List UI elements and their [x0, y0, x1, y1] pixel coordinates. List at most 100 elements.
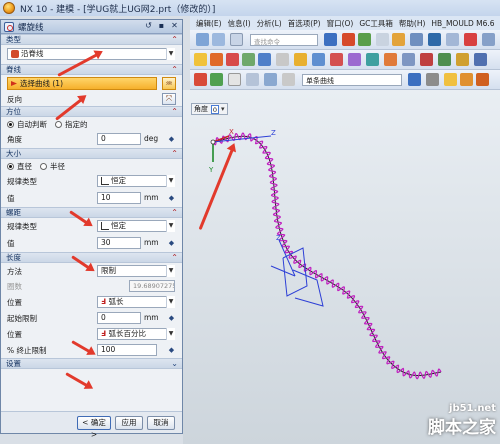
collapse-icon[interactable]: ⌃ [171, 35, 178, 44]
redo-icon[interactable] [212, 33, 225, 46]
chevron-down-icon[interactable]: ▼ [166, 265, 175, 277]
chevron-down-icon[interactable]: ▾ [221, 105, 225, 113]
tool-icon[interactable] [342, 33, 355, 46]
section-pitch[interactable]: 螺距 ⌃ [1, 207, 182, 218]
stop-icon[interactable] [426, 73, 439, 86]
trim-icon[interactable] [384, 53, 397, 66]
intent-icon[interactable] [408, 73, 421, 86]
section-settings[interactable]: 设置 ⌄ [1, 358, 182, 369]
shell-icon[interactable] [312, 53, 325, 66]
selection-filter-select[interactable]: 单条曲线 [302, 74, 402, 86]
section-size[interactable]: 大小 ⌃ [1, 148, 182, 159]
menu-info[interactable]: 信息(I) [228, 18, 251, 29]
collapse-icon[interactable]: ⌃ [171, 65, 178, 74]
pitch-value-input[interactable]: 30 [97, 237, 141, 249]
thicken-icon[interactable] [456, 53, 469, 66]
section-length[interactable]: 长度 ⌃ [1, 252, 182, 263]
close-icon[interactable]: ✕ [169, 21, 180, 32]
chevron-down-icon[interactable]: ▼ [166, 220, 175, 232]
section-type[interactable]: 类型 ⌃ [1, 34, 182, 45]
select-curve-button[interactable]: 选择曲线 (1) [7, 77, 157, 90]
snap-mid-icon[interactable] [460, 73, 473, 86]
draft-icon[interactable] [330, 53, 343, 66]
size-value-input[interactable]: 10 [97, 192, 141, 204]
collapse-icon[interactable]: ⌃ [171, 149, 178, 158]
box-icon[interactable] [376, 33, 389, 46]
mirror-icon[interactable] [366, 53, 379, 66]
reset-icon[interactable]: ↺ [143, 21, 154, 32]
end-limit-input[interactable]: 100 [97, 344, 157, 356]
menu-window[interactable]: 窗口(O) [327, 18, 354, 29]
ok-button[interactable]: < 确定 > [77, 416, 111, 439]
curve-select-icon[interactable]: ♒ [162, 77, 176, 90]
length-method-select[interactable]: 限制 [97, 265, 175, 277]
menu-help[interactable]: 帮助(H) [399, 18, 426, 29]
undo-icon[interactable] [196, 33, 209, 46]
angle-input[interactable]: 0 [97, 133, 141, 145]
section-orientation[interactable]: 方位 ⌃ [1, 106, 182, 117]
angle-spin-icon[interactable]: ◆ [167, 133, 176, 145]
auto-radio[interactable] [7, 120, 14, 128]
filter-icon[interactable] [264, 73, 277, 86]
surface-icon[interactable] [402, 53, 415, 66]
menu-edit[interactable]: 编辑(E) [196, 18, 222, 29]
end-limit-spin-icon[interactable]: ◆ [167, 344, 176, 356]
chevron-down-icon[interactable]: ▼ [166, 48, 175, 60]
pitch-spin-icon[interactable]: ◆ [167, 237, 176, 249]
snap-end-icon[interactable] [444, 73, 457, 86]
search-icon[interactable] [324, 33, 337, 46]
apply-button[interactable]: 应用 [115, 416, 143, 430]
end-position-select[interactable]: Ⅎ 弧长百分比 [97, 328, 175, 340]
menu-hb-mould[interactable]: HB_MOULD M6.6 [431, 19, 494, 28]
size-spin-icon[interactable]: ◆ [167, 192, 176, 204]
specified-radio[interactable] [55, 120, 62, 128]
snap-center-icon[interactable] [476, 73, 489, 86]
menu-gc-toolbox[interactable]: GC工具箱 [359, 18, 393, 29]
settings-icon[interactable]: ▪ [156, 21, 167, 32]
camera-icon[interactable] [410, 33, 423, 46]
chevron-down-icon[interactable]: ▼ [166, 296, 175, 308]
angle-onscreen-input[interactable]: 角度 0 ▾ [191, 103, 228, 115]
measure-icon[interactable] [474, 53, 487, 66]
boolean-icon[interactable] [258, 53, 271, 66]
menu-analysis[interactable]: 分析(L) [257, 18, 282, 29]
offset-icon[interactable] [420, 53, 433, 66]
hole-icon[interactable] [242, 53, 255, 66]
pattern-icon[interactable] [348, 53, 361, 66]
start-position-select[interactable]: Ⅎ 弧长 [97, 296, 175, 308]
start-limit-input[interactable]: 0 [97, 312, 141, 324]
sew-icon[interactable] [438, 53, 451, 66]
edge-blend-icon[interactable] [276, 53, 289, 66]
snap-icon[interactable] [194, 73, 207, 86]
view-select-icon[interactable] [282, 73, 295, 86]
expand-icon[interactable]: ⌄ [171, 359, 178, 368]
revolve-icon[interactable] [226, 53, 239, 66]
extrude-icon[interactable] [210, 53, 223, 66]
collapse-icon[interactable]: ⌃ [171, 208, 178, 217]
command-search-input[interactable]: 查找命令 [250, 34, 318, 46]
layer-icon[interactable] [428, 33, 441, 46]
radius-radio[interactable] [40, 162, 47, 170]
window-icon[interactable] [230, 33, 243, 46]
more-icon[interactable] [482, 33, 495, 46]
chevron-down-icon[interactable]: ▼ [166, 175, 175, 187]
collapse-icon[interactable]: ⌃ [171, 107, 178, 116]
select-icon[interactable] [228, 73, 241, 86]
grid-icon[interactable] [210, 73, 223, 86]
sketch-icon[interactable] [194, 53, 207, 66]
layout-icon[interactable] [446, 33, 459, 46]
menu-preferences[interactable]: 首选项(P) [288, 18, 321, 29]
helix-curve[interactable] [212, 132, 442, 380]
point-icon[interactable] [246, 73, 259, 86]
spine-curve[interactable] [212, 135, 442, 376]
start-limit-spin-icon[interactable]: ◆ [167, 312, 176, 324]
dialog-titlebar[interactable]: 螺旋线 ↺ ▪ ✕ [1, 20, 182, 34]
reverse-direction-icon[interactable]: ⤧ [162, 93, 176, 105]
collapse-icon[interactable]: ⌃ [171, 253, 178, 262]
pitch-law-select[interactable]: 恒定 [97, 220, 175, 232]
chevron-down-icon[interactable]: ▼ [166, 328, 175, 340]
angle-tip-value[interactable]: 0 [211, 104, 219, 114]
size-law-select[interactable]: 恒定 [97, 175, 175, 187]
section-spine[interactable]: 脊线 ⌃ [1, 64, 182, 75]
render-icon[interactable] [392, 33, 405, 46]
